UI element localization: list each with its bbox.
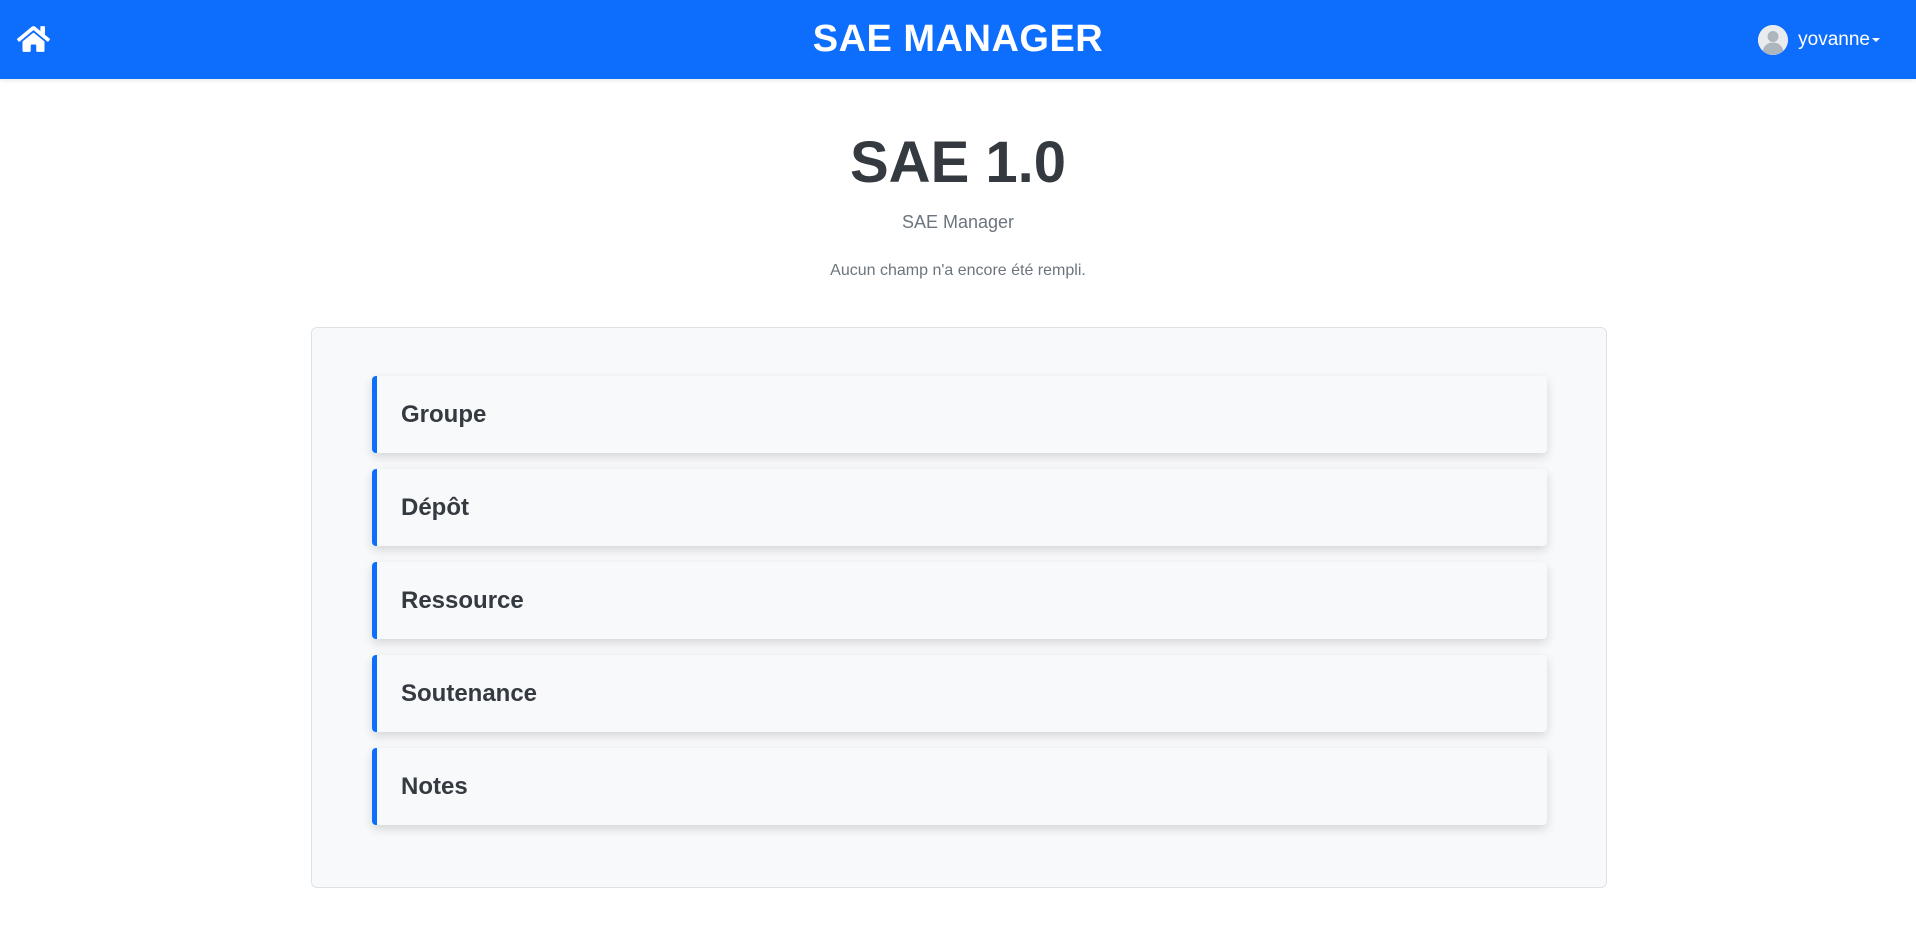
- home-icon: [17, 26, 50, 52]
- user-avatar-icon: [1758, 25, 1789, 55]
- section-card-groupe[interactable]: Groupe: [372, 376, 1547, 453]
- section-title: Soutenance: [401, 679, 538, 707]
- section-card-soutenance[interactable]: Soutenance: [372, 655, 1547, 732]
- section-card-depot[interactable]: Dépôt: [372, 469, 1547, 546]
- user-name: yovanne: [1798, 29, 1870, 50]
- page-header: SAE 1.0 SAE Manager Aucun champ n'a enco…: [0, 79, 1916, 281]
- sections-panel: Groupe Dépôt Ressource Soutenance Notes: [311, 327, 1607, 888]
- section-title: Notes: [401, 772, 468, 800]
- section-title: Groupe: [401, 400, 487, 428]
- brand-container: SAE MANAGER: [0, 0, 1916, 79]
- brand-title[interactable]: SAE MANAGER: [813, 18, 1104, 60]
- top-navbar: SAE MANAGER yovanne: [0, 0, 1916, 79]
- status-notice: Aucun champ n'a encore été rempli.: [830, 262, 1086, 279]
- section-card-ressource[interactable]: Ressource: [372, 562, 1547, 639]
- section-title: Dépôt: [401, 493, 469, 521]
- user-menu-dropdown[interactable]: yovanne: [1758, 24, 1880, 56]
- page-title: SAE 1.0: [850, 130, 1066, 195]
- caret-down-icon: [1872, 38, 1880, 42]
- section-list: Groupe Dépôt Ressource Soutenance Notes: [372, 376, 1547, 841]
- home-button[interactable]: [17, 24, 50, 54]
- section-card-notes[interactable]: Notes: [372, 748, 1547, 825]
- page-subtitle: SAE Manager: [901, 212, 1015, 232]
- section-title: Ressource: [401, 586, 524, 614]
